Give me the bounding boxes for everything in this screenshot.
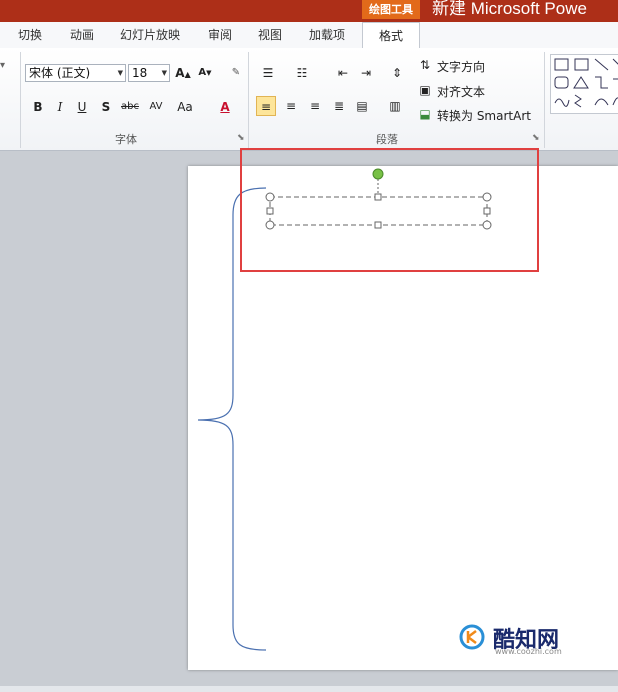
curly-brace-shape bbox=[197, 187, 267, 651]
resize-handle-bl bbox=[265, 220, 275, 230]
rotate-handle bbox=[372, 168, 384, 180]
watermark-logo-icon bbox=[459, 624, 485, 650]
resize-handle-br bbox=[482, 220, 492, 230]
resize-handle-top bbox=[374, 193, 382, 201]
highlight-box bbox=[240, 148, 539, 272]
slide-annotations bbox=[197, 148, 539, 651]
resize-handle-bottom bbox=[374, 221, 382, 229]
status-strip bbox=[0, 686, 618, 692]
resize-handle-tl bbox=[265, 192, 275, 202]
resize-handle-right bbox=[483, 207, 491, 215]
resize-handle-tr bbox=[482, 192, 492, 202]
resize-handle-left bbox=[266, 207, 274, 215]
watermark-url: www.coozhi.com bbox=[495, 647, 562, 656]
text-box-placeholder bbox=[269, 196, 488, 226]
